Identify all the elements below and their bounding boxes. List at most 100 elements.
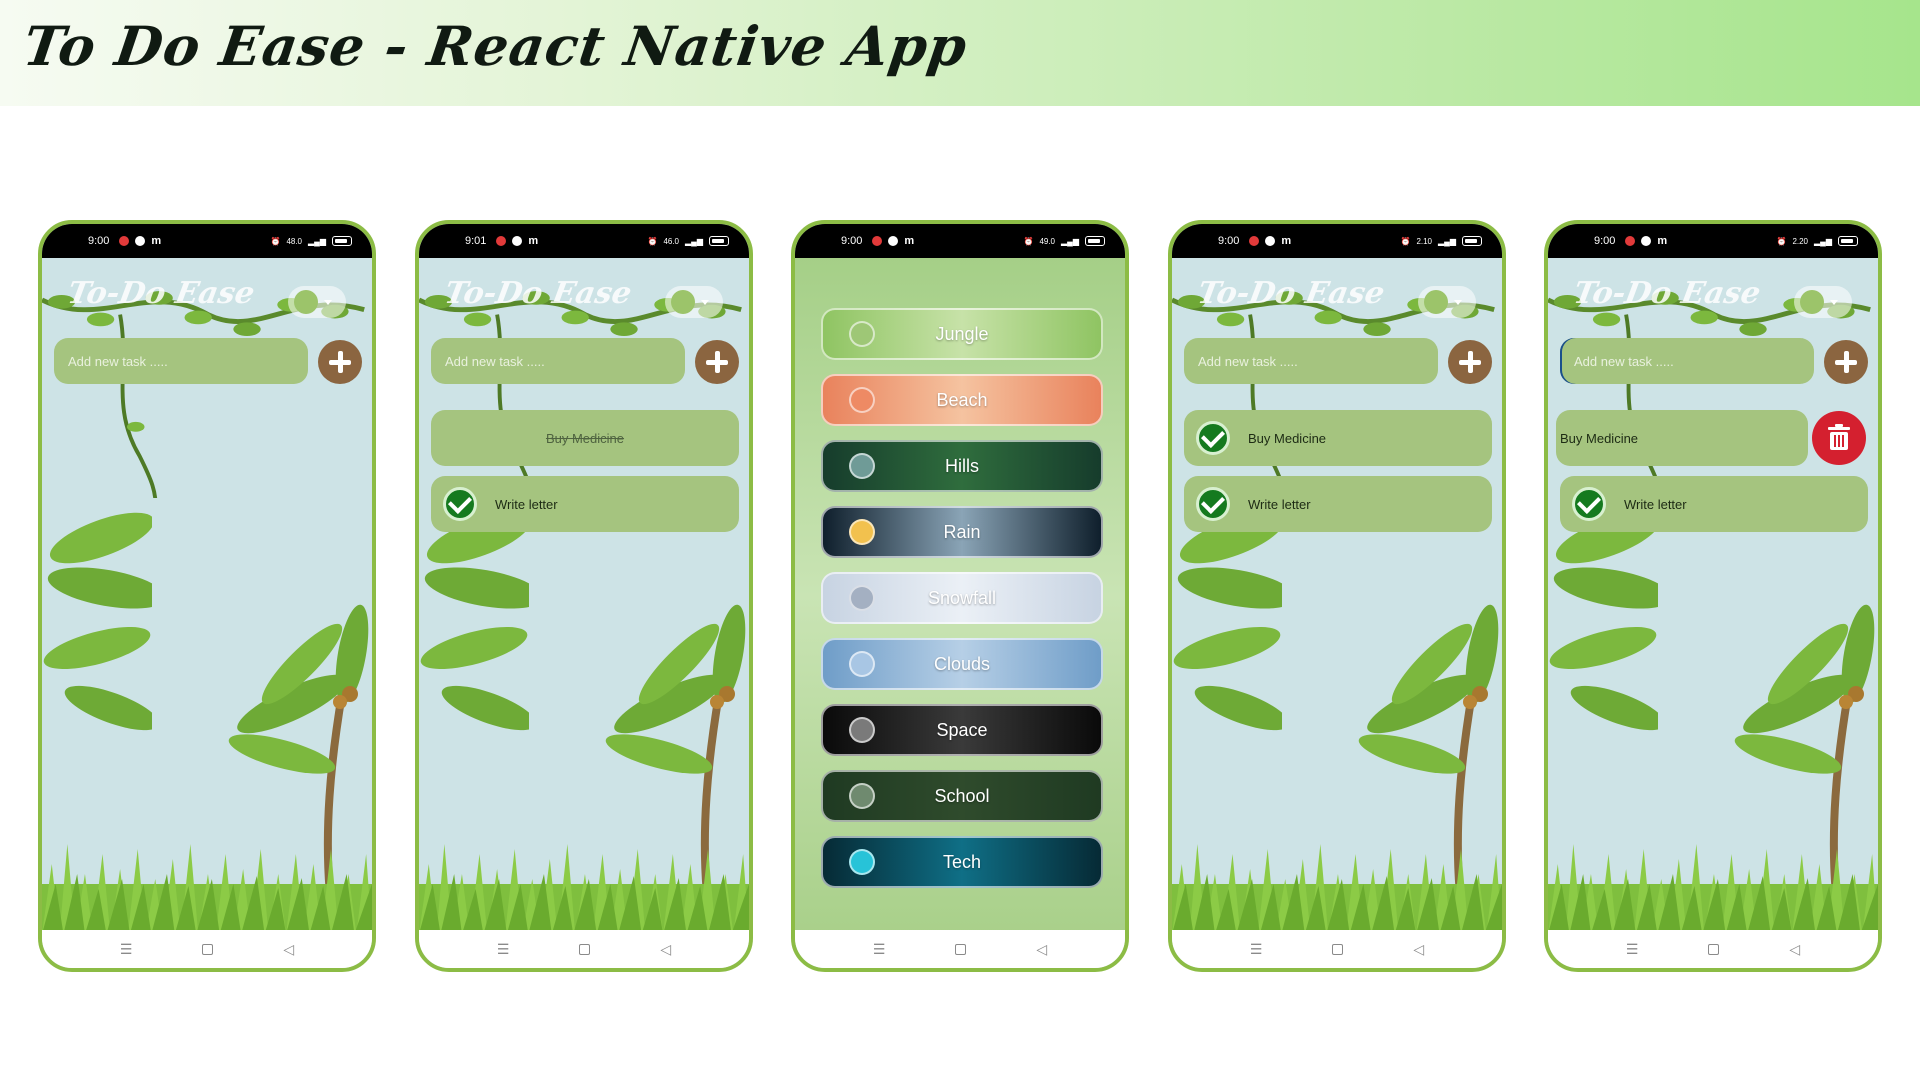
add-task-button[interactable] <box>1448 340 1492 384</box>
theme-label: Jungle <box>935 323 989 344</box>
network-speed: 2.20 <box>1792 236 1809 246</box>
theme-option-jungle[interactable]: Jungle <box>821 308 1103 360</box>
battery-icon <box>1462 236 1482 246</box>
phone-screen-5: 9:00 m ⏰ 2.20 ▂▄▆ To-Do Ease Add new tas… <box>1544 220 1882 972</box>
app-title: To-Do Ease <box>1570 276 1764 311</box>
battery-icon <box>709 236 729 246</box>
back-icon[interactable]: ◁ <box>1036 941 1047 958</box>
theme-option-rain[interactable]: Rain <box>821 506 1103 558</box>
task-item-swiped[interactable]: Buy Medicine <box>1556 410 1808 466</box>
theme-option-snowfall[interactable]: Snowfall <box>821 572 1103 624</box>
menu-icon[interactable]: ☰ <box>873 941 886 958</box>
carrier-icon: m <box>151 235 162 247</box>
task-item-completed[interactable]: Buy Medicine <box>431 410 739 466</box>
home-icon[interactable] <box>955 943 967 955</box>
plus-icon <box>706 351 728 373</box>
checkmark-icon[interactable] <box>1572 487 1606 521</box>
status-time: 9:00 <box>1218 235 1240 247</box>
phone-screen-3-theme-picker: 9:00 m ⏰ 49.0 ▂▄▆ Jungle Beach Hills Rain Sn… <box>791 220 1129 972</box>
task-input[interactable]: Add new task ..... <box>431 338 685 384</box>
theme-selector-toggle[interactable] <box>665 286 723 318</box>
task-item[interactable]: Write letter <box>1184 476 1492 532</box>
home-icon[interactable] <box>202 943 214 955</box>
status-bar: 9:00 m ⏰ 2.20 ▂▄▆ <box>1548 224 1878 258</box>
task-input[interactable]: Add new task ..... <box>1184 338 1438 384</box>
theme-label: Space <box>936 719 988 740</box>
app-notification-icon <box>888 236 899 246</box>
network-speed: 46.0 <box>663 236 680 246</box>
app-notification-icon <box>1641 236 1652 246</box>
theme-label: Tech <box>942 851 982 872</box>
add-task-button[interactable] <box>318 340 362 384</box>
back-icon[interactable]: ◁ <box>283 941 294 958</box>
alarm-icon: ⏰ <box>1023 236 1034 246</box>
home-icon[interactable] <box>1708 943 1720 955</box>
theme-option-school[interactable]: School <box>821 770 1103 822</box>
add-task-button[interactable] <box>695 340 739 384</box>
task-item[interactable]: Write letter <box>431 476 739 532</box>
theme-option-hills[interactable]: Hills <box>821 440 1103 492</box>
leaves-decoration <box>1172 502 1282 740</box>
checkmark-icon[interactable] <box>443 487 477 521</box>
task-item[interactable]: Write letter <box>1560 476 1868 532</box>
task-input[interactable]: Add new task ..... <box>54 338 308 384</box>
grass-decoration <box>1172 844 1502 934</box>
grass-decoration <box>419 844 749 934</box>
task-label: Buy Medicine <box>1248 430 1327 446</box>
status-time: 9:00 <box>841 235 863 247</box>
alarm-icon: ⏰ <box>1400 236 1411 246</box>
android-nav-bar: ☰ ◁ <box>1548 930 1878 968</box>
android-nav-bar: ☰ ◁ <box>419 930 749 968</box>
signal-icon: ▂▄▆ <box>685 236 703 246</box>
leaves-decoration <box>1548 502 1658 740</box>
theme-option-beach[interactable]: Beach <box>821 374 1103 426</box>
carrier-icon: m <box>528 235 539 247</box>
menu-icon[interactable]: ☰ <box>1626 941 1639 958</box>
header-banner: To Do Ease - React Native App <box>0 0 1920 106</box>
carrier-icon: m <box>1281 235 1292 247</box>
task-label: Write letter <box>495 496 558 512</box>
home-icon[interactable] <box>1332 943 1344 955</box>
theme-option-tech[interactable]: Tech <box>821 836 1103 888</box>
task-item[interactable]: Buy Medicine <box>1184 410 1492 466</box>
back-icon[interactable]: ◁ <box>1789 941 1800 958</box>
phone-screen-1: 9:00 m ⏰ 48.0 ▂▄▆ To-Do Ease Add new tas… <box>38 220 376 972</box>
grass-decoration <box>42 844 372 934</box>
theme-selector-toggle[interactable] <box>1794 286 1852 318</box>
plus-icon <box>1835 351 1857 373</box>
alarm-icon: ⏰ <box>270 236 281 246</box>
checkmark-icon[interactable] <box>1196 487 1230 521</box>
menu-icon[interactable]: ☰ <box>120 941 133 958</box>
theme-option-space[interactable]: Space <box>821 704 1103 756</box>
trash-icon <box>1828 424 1850 450</box>
theme-label: School <box>934 785 990 806</box>
status-bar: 9:00 m ⏰ 2.10 ▂▄▆ <box>1172 224 1502 258</box>
phone-screen-4: 9:00 m ⏰ 2.10 ▂▄▆ To-Do Ease Add new tas… <box>1168 220 1506 972</box>
record-icon <box>1249 236 1260 246</box>
home-icon[interactable] <box>579 943 591 955</box>
theme-knob-icon <box>1424 290 1448 314</box>
add-task-button[interactable] <box>1824 340 1868 384</box>
theme-selector-toggle[interactable] <box>288 286 346 318</box>
theme-selector-toggle[interactable] <box>1418 286 1476 318</box>
phone-screen-2: 9:01 m ⏰ 46.0 ▂▄▆ To-Do Ease Add new tas… <box>415 220 753 972</box>
chevron-down-icon <box>701 299 709 305</box>
menu-icon[interactable]: ☰ <box>497 941 510 958</box>
grass-decoration <box>1548 844 1878 934</box>
theme-label: Hills <box>945 455 979 476</box>
task-input[interactable]: Add new task ..... <box>1560 338 1814 384</box>
back-icon[interactable]: ◁ <box>660 941 671 958</box>
theme-option-clouds[interactable]: Clouds <box>821 638 1103 690</box>
status-bar: 9:00 m ⏰ 48.0 ▂▄▆ <box>42 224 372 258</box>
alarm-icon: ⏰ <box>1776 236 1787 246</box>
back-icon[interactable]: ◁ <box>1413 941 1424 958</box>
status-bar: 9:01 m ⏰ 46.0 ▂▄▆ <box>419 224 749 258</box>
leaves-decoration <box>419 502 529 740</box>
checkmark-icon[interactable] <box>1196 421 1230 455</box>
signal-icon: ▂▄▆ <box>1061 236 1079 246</box>
alarm-icon: ⏰ <box>647 236 658 246</box>
delete-task-button[interactable] <box>1812 411 1866 465</box>
menu-icon[interactable]: ☰ <box>1250 941 1263 958</box>
status-time: 9:00 <box>1594 235 1616 247</box>
android-nav-bar: ☰ ◁ <box>1172 930 1502 968</box>
